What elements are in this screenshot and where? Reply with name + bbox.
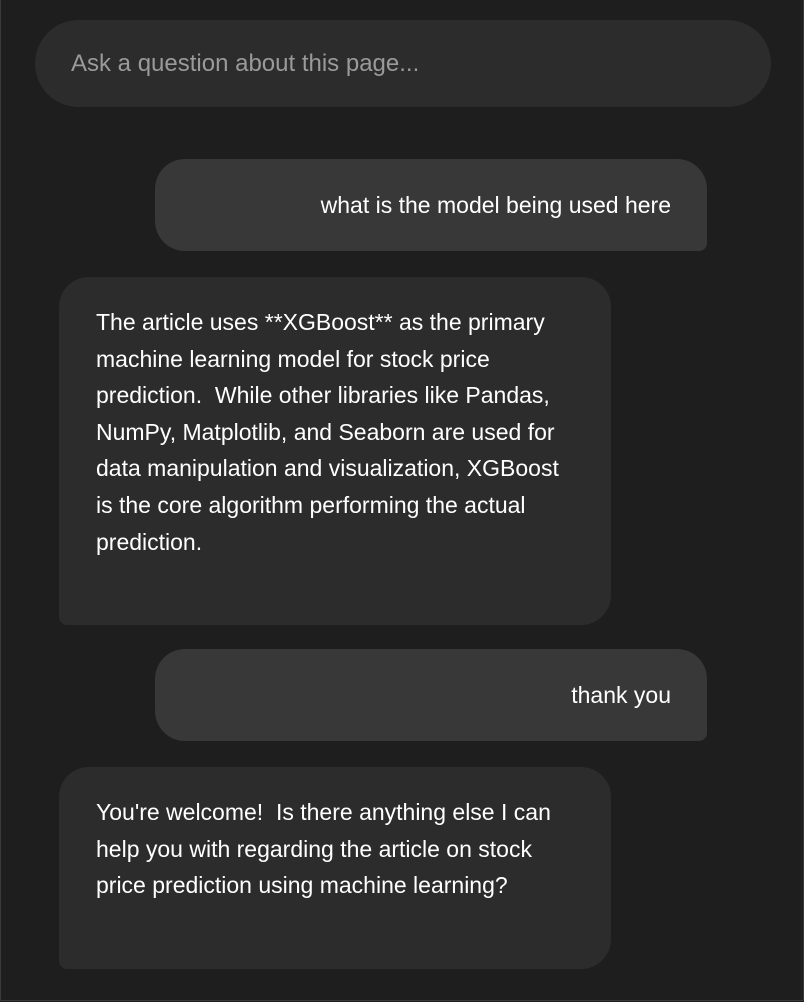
user-message: thank you — [155, 649, 707, 741]
assistant-message: The article uses **XGBoost** as the prim… — [59, 277, 611, 625]
ask-question-input[interactable] — [35, 20, 771, 107]
user-message: what is the model being used here — [155, 159, 707, 251]
assistant-message: You're welcome! Is there anything else I… — [59, 767, 611, 969]
chat-panel: what is the model being used here The ar… — [0, 0, 804, 1001]
